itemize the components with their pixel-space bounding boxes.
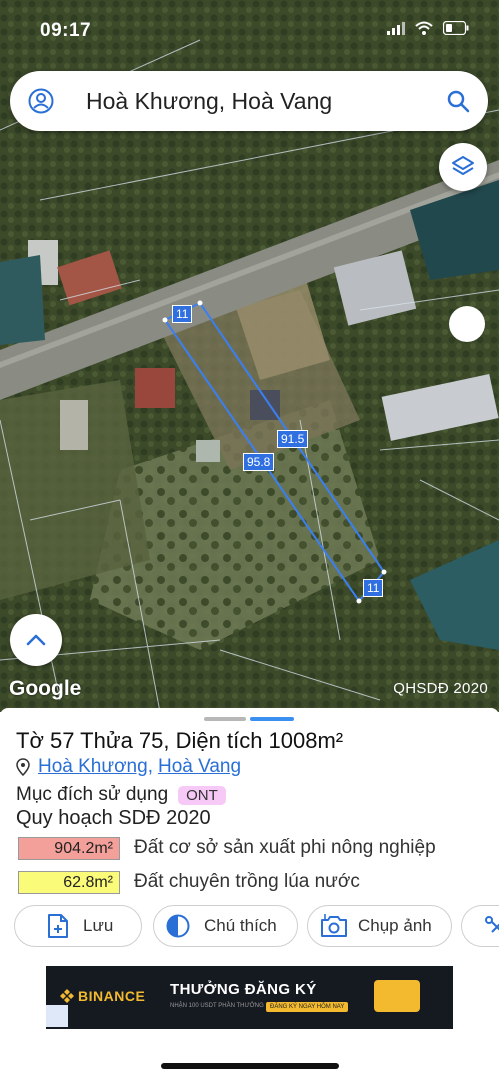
save-button[interactable]: Lưu [14,905,142,947]
ad-banner-area: BINANCE THƯỞNG ĐĂNG KÝ NHẬN 100 USDT PHẦ… [0,958,499,1080]
parcel-title: Tờ 57 Thửa 75, Diện tích 1008m² [16,728,344,753]
land-area-chip: 62.8m² [18,870,120,894]
google-logo: Google [9,677,82,700]
sheet-handle[interactable] [204,717,246,721]
usage-label: Mục đích sử dụng [16,784,169,805]
layers-icon [452,156,474,175]
land-desc: Đất cơ sở sản xuất phi nông nghiệp [134,837,436,858]
ad-subtext: NHẬN 100 USDT PHẦN THƯỞNG [170,1003,264,1009]
search-icon[interactable] [446,89,470,113]
plan-title: Quy hoạch SDĐ 2020 [16,807,211,829]
land-desc: Đất chuyên trồng lúa nước [134,871,360,892]
land-row: 904.2m² Đất cơ sở sản xuất phi nông nghi… [18,836,436,860]
measure-left-label: 95.8 [243,453,275,471]
status-time: 09:17 [40,20,92,41]
camera-icon [321,914,347,937]
half-circle-icon [166,914,190,938]
ad-choices-icon[interactable] [46,1005,68,1027]
address-separator: , [147,756,153,777]
battery-icon [443,21,469,35]
expand-up-button[interactable] [10,614,62,666]
parcel-info-sheet: Tờ 57 Thửa 75, Diện tích 1008m² Hoà Khươ… [0,708,499,958]
home-indicator[interactable] [161,1063,339,1069]
ad-card-image [374,980,420,1012]
signal-icon [387,21,405,35]
land-row: 62.8m² Đất chuyên trồng lúa nước [18,870,360,894]
address-commune-link[interactable]: Hoà Khương [38,756,148,778]
measure-top-label: 11 [172,305,193,323]
layers-button[interactable] [439,143,487,191]
satellite-map[interactable]: 11 91.5 95.8 11 09:17 Hoà Khương, Hoà Va… [0,0,499,712]
save-button-label: Lưu [83,916,114,935]
status-bar: 09:17 [0,0,499,60]
search-query[interactable]: Hoà Khương, Hoà Vang [86,88,332,115]
add-file-icon [48,914,68,938]
ad-brand: BINANCE [60,988,145,1004]
chevron-up-icon [26,634,46,646]
measure-right-label: 91.5 [277,430,309,448]
sheet-handle-active[interactable] [250,717,294,721]
address-district-link[interactable]: Hoà Vang [158,756,241,778]
usage-badge: ONT [178,785,226,805]
capture-button[interactable]: Chụp ảnh [307,905,452,947]
ad-brand-name: BINANCE [78,988,146,1004]
land-area-chip: 904.2m² [18,836,120,860]
plan-layer-label: QHSDĐ 2020 [393,680,488,697]
parcel-address: Hoà Khương , Hoà Vang [16,756,241,778]
share-button[interactable] [461,905,499,947]
note-button[interactable]: Chú thích [153,905,298,947]
capture-button-label: Chụp ảnh [358,916,432,935]
person-icon[interactable] [28,88,54,114]
search-bar[interactable]: Hoà Khương, Hoà Vang [10,71,488,131]
binance-logo-icon [60,989,74,1003]
ad-cta[interactable]: ĐĂNG KÝ NGAY HÔM NAY [266,1002,349,1012]
usage-row: Mục đích sử dụng ONT [16,784,226,806]
location-pin-icon [16,758,30,776]
note-button-label: Chú thích [204,916,277,935]
location-dot-button[interactable] [449,306,485,342]
wifi-icon [415,21,433,35]
action-row: Lưu Chú thích Chụp ảnh [14,905,499,949]
share-icon [485,916,499,933]
ad-headline: THƯỞNG ĐĂNG KÝ [170,981,317,998]
ad-banner[interactable]: BINANCE THƯỞNG ĐĂNG KÝ NHẬN 100 USDT PHẦ… [46,966,453,1029]
measure-bottom-label: 11 [363,579,384,597]
